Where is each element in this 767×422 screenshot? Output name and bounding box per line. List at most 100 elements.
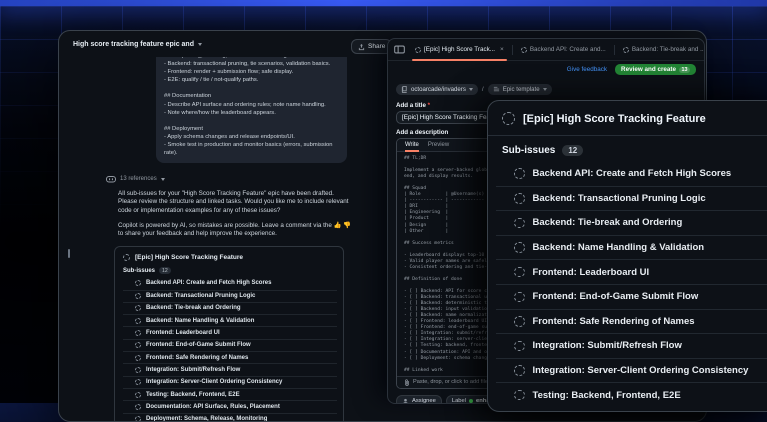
subissue-label: Frontend: Leaderboard UI (146, 330, 220, 336)
bubble-line: - Backend: transactional pruning, tie sc… (164, 60, 339, 68)
draft-issue-icon (135, 379, 141, 385)
subissue-list-item[interactable]: Backend: Tie-break and Ordering (123, 302, 337, 314)
bubble-line: - Note where/how the leaderboard appears… (164, 109, 339, 117)
subissue-label: Documentation: API Surface, Rules, Place… (146, 404, 280, 410)
label-pill-text: Label (452, 398, 466, 404)
bubble-line: ## Documentation (164, 92, 339, 100)
review-and-create-button[interactable]: Review and create 13 (615, 64, 696, 75)
overlay-subissue-item[interactable]: Frontend: Safe Rendering of Names (496, 309, 767, 334)
assistant-message-paragraph: All sub-issues for your "High Score Trac… (118, 190, 354, 215)
template-icon (493, 86, 500, 93)
chevron-down-icon (469, 88, 473, 91)
draft-issue-icon (135, 280, 141, 286)
subissue-list-item[interactable]: Frontend: Safe Rendering of Names (123, 351, 337, 363)
overlay-subissues-count-badge: 12 (562, 145, 583, 156)
tab-epic-label: [Epic] High Score Track... (424, 46, 495, 53)
overlay-subissue-item[interactable]: Backend API: Create and Fetch High Score… (496, 161, 767, 186)
overlay-subissue-item[interactable]: Backend: Name Handling & Validation (496, 235, 767, 260)
draft-issue-icon (514, 242, 525, 253)
repo-selector[interactable]: octoarcade/invaders (396, 84, 478, 95)
overlay-subissue-label: Backend: Tie-break and Ordering (533, 217, 683, 228)
overlay-subissue-item[interactable]: Backend: Transactional Pruning Logic (496, 186, 767, 211)
draft-issue-icon (135, 355, 141, 361)
overlay-subissue-item[interactable]: Backend: Tie-break and Ordering (496, 210, 767, 235)
give-feedback-link[interactable]: Give feedback (567, 66, 607, 73)
subissue-list-item[interactable]: Frontend: End-of-Game Submit Flow (123, 339, 337, 351)
epic-summary-card: [Epic] High Score Tracking Feature Sub-i… (114, 246, 344, 421)
overlay-subissue-item[interactable]: Testing: Backend, Frontend, E2E (496, 382, 767, 407)
draft-issue-icon (514, 316, 525, 327)
draft-issue-icon (514, 365, 525, 376)
draft-issue-icon (135, 318, 141, 324)
bubble-line: ## Deployment (164, 125, 339, 133)
chat-scroll-area[interactable]: - E2E: pruning, ordering, and validation… (69, 57, 387, 421)
tab-write[interactable]: Write (405, 139, 419, 152)
draft-issue-icon (514, 168, 525, 179)
overlay-subissue-label: Integration: Submit/Refresh Flow (533, 340, 682, 351)
template-selector[interactable]: Epic template (488, 84, 552, 95)
editor-tab-bar: [Epic] High Score Track... × Backend API… (388, 39, 704, 61)
repo-template-row: octoarcade/invaders / Epic template (396, 82, 696, 97)
bubble-line: - Describe API surface and ordering rule… (164, 101, 339, 109)
draft-issue-icon (135, 416, 141, 421)
subissue-list-item[interactable]: Documentation: API Surface, Rules, Place… (123, 400, 337, 412)
subissue-label: Backend: Tie-break and Ordering (146, 305, 241, 311)
draft-issue-icon (415, 47, 421, 53)
overlay-subissues-label: Sub-issues (502, 145, 555, 156)
subissue-list-item[interactable]: Testing: Backend, Frontend, E2E (123, 388, 337, 400)
subissue-list-item[interactable]: Integration: Submit/Refresh Flow (123, 363, 337, 375)
subissue-label: Backend API: Create and Fetch High Score… (146, 280, 271, 286)
chevron-down-icon (198, 43, 202, 46)
draft-issue-icon (123, 254, 130, 261)
bubble-line: - Smoke test in production and monitor b… (164, 141, 339, 149)
epic-card-title-row[interactable]: [Epic] High Score Tracking Feature (115, 251, 343, 265)
draft-issue-icon (623, 47, 629, 53)
subissue-label: Integration: Server-Client Ordering Cons… (146, 379, 282, 385)
draft-issue-icon (135, 305, 141, 311)
chat-title-text: High score tracking feature epic and (73, 41, 194, 48)
tab-backend-api[interactable]: Backend API: Create and... (515, 39, 612, 61)
share-label: Share (368, 43, 385, 50)
subissue-list-item[interactable]: Integration: Server-Client Ordering Cons… (123, 376, 337, 388)
overlay-subissue-label: Integration: Server-Client Ordering Cons… (533, 365, 749, 376)
subissue-label: Backend: Transactional Pruning Logic (146, 293, 255, 299)
subissue-list-item[interactable]: Backend API: Create and Fetch High Score… (123, 277, 337, 289)
tab-backend-api-label: Backend API: Create and... (530, 46, 606, 53)
assistant-disclaimer-paragraph: Copilot is powered by AI, so mistakes ar… (118, 222, 354, 238)
draft-issue-icon (135, 293, 141, 299)
overlay-epic-title: [Epic] High Score Tracking Feature (523, 113, 706, 125)
close-icon[interactable]: × (500, 46, 504, 53)
overlay-subissue-label: Backend: Name Handling & Validation (533, 242, 705, 253)
references-toggle[interactable]: 13 references (106, 175, 387, 183)
overlay-subissue-item[interactable]: Frontend: End-of-Game Submit Flow (496, 284, 767, 309)
draft-issue-icon (514, 267, 525, 278)
epic-card-subissues-row: Sub-issues 12 (115, 265, 343, 277)
overlay-subissue-label: Backend: Transactional Pruning Logic (533, 193, 706, 204)
person-icon (402, 398, 409, 404)
repo-name: octoarcade/invaders (411, 86, 466, 93)
overlay-subissue-item[interactable]: Frontend: Leaderboard UI (496, 259, 767, 284)
subissue-label: Testing: Backend, Frontend, E2E (146, 392, 240, 398)
subissue-list-item[interactable]: Backend: Transactional Pruning Logic (123, 290, 337, 302)
template-name: Epic template (503, 86, 540, 93)
sidebar-toggle-icon[interactable] (394, 45, 405, 54)
subissue-list-item[interactable]: Frontend: Leaderboard UI (123, 326, 337, 338)
tab-tiebreak[interactable]: Backend: Tie-break and ... (617, 39, 705, 61)
bubble-line (164, 84, 339, 92)
draft-issue-icon (135, 342, 141, 348)
draft-issue-icon (521, 47, 527, 53)
tab-epic[interactable]: [Epic] High Score Track... × (409, 39, 510, 61)
bubble-line (164, 117, 339, 125)
chevron-down-icon (161, 178, 165, 181)
epic-card-subissue-list: Backend API: Create and Fetch High Score… (115, 277, 343, 421)
subissue-list-item[interactable]: Deployment: Schema, Release, Monitoring (123, 413, 337, 422)
tab-preview[interactable]: Preview (428, 139, 449, 152)
overlay-subissue-item[interactable]: Integration: Server-Client Ordering Cons… (496, 358, 767, 383)
draft-issue-icon (514, 390, 525, 401)
background-glow-bar (0, 0, 767, 6)
overlay-subissue-item[interactable]: Integration: Submit/Refresh Flow (496, 333, 767, 358)
subissue-list-item[interactable]: Backend: Name Handling & Validation (123, 314, 337, 326)
subissues-overlay-panel: [Epic] High Score Tracking Feature Sub-i… (487, 100, 767, 412)
overlay-subissue-label: Testing: Backend, Frontend, E2E (533, 390, 681, 401)
chat-conversation-title[interactable]: High score tracking feature epic and (73, 41, 202, 48)
